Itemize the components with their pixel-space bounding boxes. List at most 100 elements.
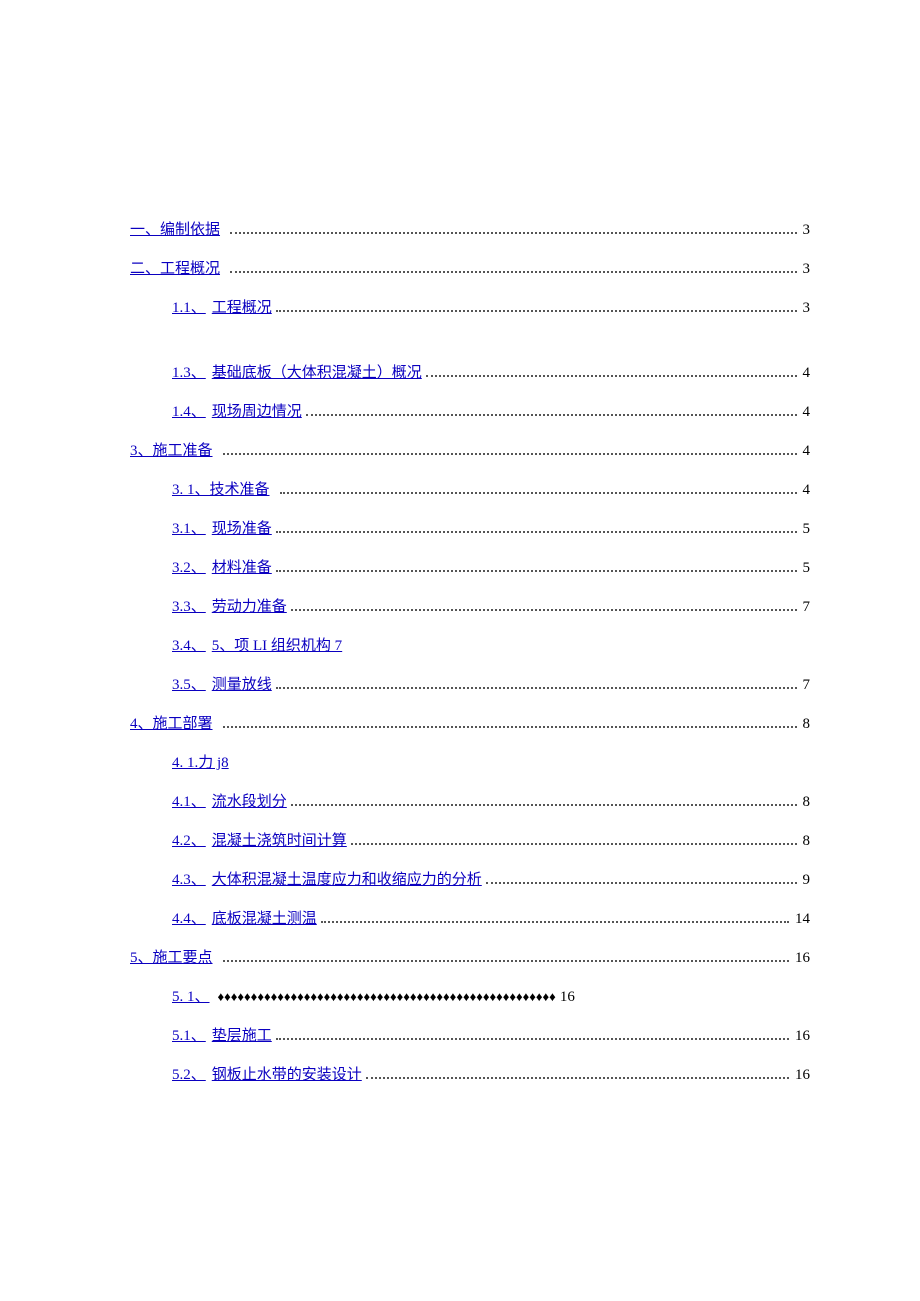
toc-link[interactable]: 4.2、 (172, 831, 206, 852)
toc-link[interactable]: 4、施工部署 (130, 714, 213, 735)
toc-link[interactable]: 3.1、 (172, 519, 206, 540)
toc-entry: 4.1、流水段划分 8 (130, 792, 810, 813)
toc-page-number: 16 (793, 948, 810, 969)
toc-link-suffix[interactable]: 基础底板（大体积混凝土）概况 (212, 363, 422, 384)
toc-entry: 5. 1、 ♦♦♦♦♦♦♦♦♦♦♦♦♦♦♦♦♦♦♦♦♦♦♦♦♦♦♦♦♦♦♦♦♦♦♦… (130, 987, 810, 1008)
toc-link[interactable]: 5.1、 (172, 1026, 206, 1047)
toc-link[interactable]: 3.4、 (172, 636, 206, 657)
toc-link[interactable]: 5、施工要点 (130, 948, 213, 969)
toc-link[interactable]: 5. 1、 (172, 987, 210, 1008)
toc-link[interactable]: 4. 1.力 j8 (172, 753, 229, 774)
toc-entry: 3.5、测量放线 7 (130, 675, 810, 696)
toc-link[interactable]: 4.3、 (172, 870, 206, 891)
toc-page-number: 5 (801, 519, 811, 540)
toc-entry: 一、编制依据 3 (130, 220, 810, 241)
toc-leader (276, 570, 797, 572)
toc-link-suffix[interactable]: 劳动力准备 (212, 597, 287, 618)
toc-link[interactable]: 一、编制依据 (130, 220, 220, 241)
toc-link-suffix[interactable]: 大体积混凝土温度应力和收缩应力的分析 (212, 870, 482, 891)
toc-link[interactable]: 二、工程概况 (130, 259, 220, 280)
toc-link[interactable]: 1.3、 (172, 363, 206, 384)
toc-page-number: 8 (801, 831, 811, 852)
toc-page-number: 7 (801, 597, 811, 618)
toc-link[interactable]: 3.2、 (172, 558, 206, 579)
toc-leader (276, 310, 797, 312)
toc-entry: 4、施工部署 8 (130, 714, 810, 735)
toc-link-suffix[interactable]: 底板混凝土测温 (212, 909, 317, 930)
toc-page-number: 14 (793, 909, 810, 930)
toc-page-number: 7 (801, 675, 811, 696)
toc-leader (276, 687, 797, 689)
toc-page-number: 3 (801, 298, 811, 319)
toc-entry: 4.2、混凝土浇筑时间计算 8 (130, 831, 810, 852)
toc-leader (223, 726, 797, 728)
toc-entry: 二、工程概况 3 (130, 259, 810, 280)
toc-link[interactable]: 4.1、 (172, 792, 206, 813)
toc-link[interactable]: 1.1、 (172, 298, 206, 319)
toc-leader (280, 492, 797, 494)
toc-leader (230, 232, 796, 234)
toc-leader (276, 531, 797, 533)
toc-entry: 3. 1、技术准备 4 (130, 480, 810, 501)
toc-page-number: 4 (801, 441, 811, 462)
toc-entry: 5.2、钢板止水带的安装设计 16 (130, 1065, 810, 1086)
toc-entry: 1.1、工程概况 3 (130, 298, 810, 319)
toc-leader (223, 453, 797, 455)
toc-link[interactable]: 3.5、 (172, 675, 206, 696)
toc-leader (276, 1038, 789, 1040)
toc-leader (230, 271, 796, 273)
toc-link[interactable]: 1.4、 (172, 402, 206, 423)
document-page: 一、编制依据 3 二、工程概况 3 1.1、工程概况 3 1.3、基础底板（大体积混凝土）概… (0, 0, 920, 1301)
toc-entry: 3、施工准备 4 (130, 441, 810, 462)
toc-link-suffix[interactable]: 钢板止水带的安装设计 (212, 1065, 362, 1086)
table-of-contents: 一、编制依据 3 二、工程概况 3 1.1、工程概况 3 1.3、基础底板（大体积混凝土）概… (130, 220, 810, 1086)
toc-entry: 3.3、劳动力准备 7 (130, 597, 810, 618)
toc-entry: 4. 1.力 j8 (130, 753, 810, 774)
toc-link-suffix[interactable]: 流水段划分 (212, 792, 287, 813)
toc-leader (306, 414, 797, 416)
toc-link-suffix[interactable]: 测量放线 (212, 675, 272, 696)
toc-entry: 3.1、现场准备 5 (130, 519, 810, 540)
toc-entry: 1.3、基础底板（大体积混凝土）概况 4 (130, 363, 810, 384)
toc-entry: 4.4、底板混凝土测温 14 (130, 909, 810, 930)
toc-leader: ♦♦♦♦♦♦♦♦♦♦♦♦♦♦♦♦♦♦♦♦♦♦♦♦♦♦♦♦♦♦♦♦♦♦♦♦♦♦♦♦… (216, 988, 558, 1006)
toc-leader (291, 609, 797, 611)
toc-page-number: 16 (558, 987, 575, 1008)
toc-link[interactable]: 4.4、 (172, 909, 206, 930)
toc-page-number: 3 (801, 259, 811, 280)
toc-page-number: 8 (801, 792, 811, 813)
toc-leader (486, 882, 797, 884)
toc-page-number: 8 (801, 714, 811, 735)
toc-entry: 1.4、现场周边情况 4 (130, 402, 810, 423)
toc-leader (366, 1077, 789, 1079)
toc-entry: 4.3、大体积混凝土温度应力和收缩应力的分析 9 (130, 870, 810, 891)
toc-page-number: 16 (793, 1026, 810, 1047)
toc-link-suffix[interactable]: 5、项 LI 组织机构 7 (212, 636, 342, 657)
toc-page-number: 4 (801, 480, 811, 501)
toc-page-number: 5 (801, 558, 811, 579)
toc-entry: 3.2、材料准备 5 (130, 558, 810, 579)
toc-link-suffix[interactable]: 混凝土浇筑时间计算 (212, 831, 347, 852)
toc-link-suffix[interactable]: 垫层施工 (212, 1026, 272, 1047)
toc-leader (321, 921, 789, 923)
toc-link[interactable]: 3. 1、技术准备 (172, 480, 270, 501)
toc-link-suffix[interactable]: 现场准备 (212, 519, 272, 540)
toc-leader (351, 843, 797, 845)
toc-entry: 5、施工要点 16 (130, 948, 810, 969)
toc-entry: 3.4、 5、项 LI 组织机构 7 (130, 636, 810, 657)
toc-page-number: 16 (793, 1065, 810, 1086)
toc-link[interactable]: 3.3、 (172, 597, 206, 618)
toc-page-number: 4 (801, 402, 811, 423)
toc-page-number: 4 (801, 363, 811, 384)
toc-link-suffix[interactable]: 工程概况 (212, 298, 272, 319)
toc-entry: 5.1、垫层施工 16 (130, 1026, 810, 1047)
toc-link[interactable]: 5.2、 (172, 1065, 206, 1086)
toc-page-number: 3 (801, 220, 811, 241)
toc-leader (426, 375, 797, 377)
toc-link[interactable]: 3、施工准备 (130, 441, 213, 462)
toc-page-number: 9 (801, 870, 811, 891)
toc-leader (223, 960, 789, 962)
toc-link-suffix[interactable]: 材料准备 (212, 558, 272, 579)
toc-leader (291, 804, 797, 806)
toc-link-suffix[interactable]: 现场周边情况 (212, 402, 302, 423)
